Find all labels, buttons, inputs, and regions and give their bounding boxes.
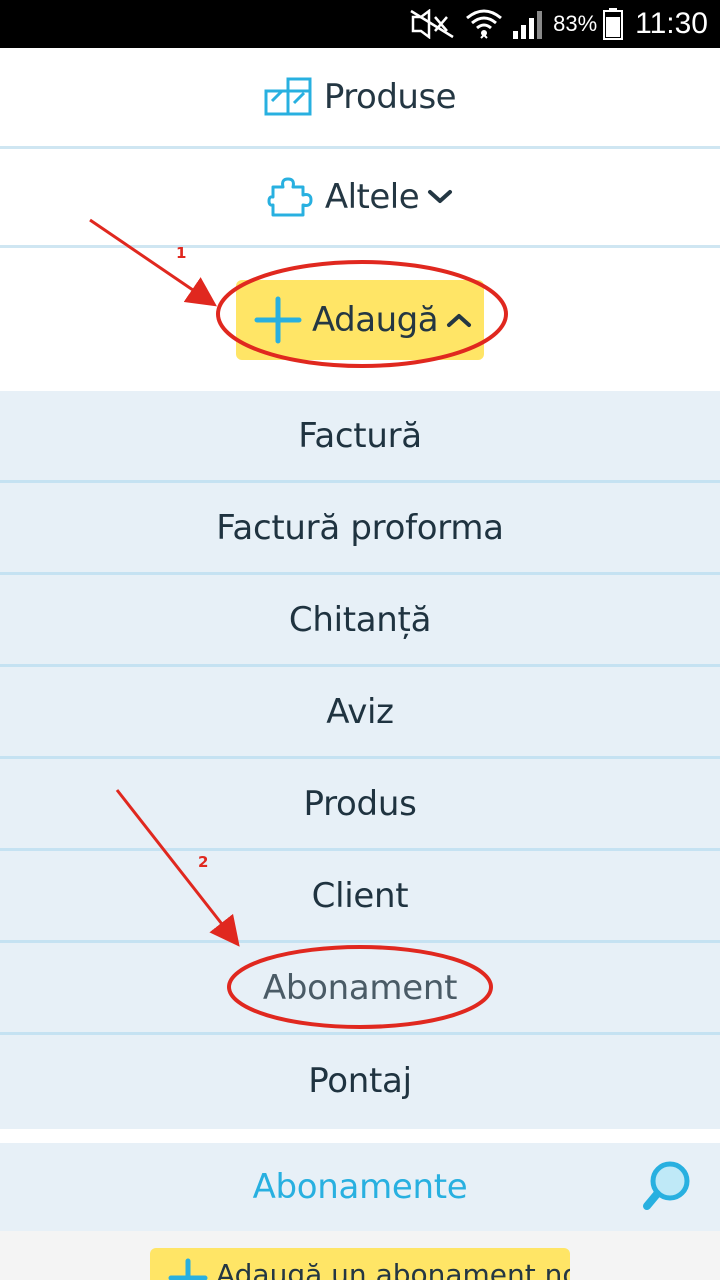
dropdown-item-label: Factură proforma (216, 507, 504, 548)
dropdown-item-label: Produs (303, 783, 417, 824)
menu-item-altele-label: Altele (324, 177, 420, 217)
status-bar: 83% 11:30 (0, 0, 720, 48)
dropdown-item-label: Pontaj (308, 1061, 412, 1101)
add-dropdown-menu: Factură Factură proforma Chitanță Aviz P… (0, 391, 720, 1129)
boxes-icon (264, 77, 314, 117)
plus-icon (254, 296, 302, 344)
mute-icon (409, 9, 457, 39)
dropdown-item-client[interactable]: Client (0, 851, 720, 943)
dropdown-item-chitanta[interactable]: Chitanță (0, 575, 720, 667)
dropdown-item-pontaj[interactable]: Pontaj (0, 1035, 720, 1127)
dropdown-item-label: Factură (298, 415, 422, 456)
search-icon[interactable] (642, 1159, 694, 1219)
section-title: Abonamente (252, 1167, 468, 1207)
plus-icon (168, 1258, 208, 1280)
menu-item-produse[interactable]: Produse (0, 48, 720, 146)
wifi-icon (465, 8, 503, 40)
dropdown-item-label: Client (311, 875, 409, 916)
chevron-up-icon (446, 311, 472, 329)
battery-icon (603, 8, 624, 40)
add-new-subscription-button[interactable]: Adaugă un abonament nou (150, 1248, 570, 1280)
section-header: Abonamente (0, 1143, 720, 1231)
annotation-number-1: 1 (176, 244, 187, 262)
dropdown-item-label: Abonament (262, 967, 458, 1008)
add-new-subscription-label: Adaugă un abonament nou (216, 1258, 570, 1280)
signal-icon (511, 9, 545, 39)
dropdown-item-factura-proforma[interactable]: Factură proforma (0, 483, 720, 575)
dropdown-item-label: Aviz (326, 691, 394, 732)
dropdown-item-factura[interactable]: Factură (0, 391, 720, 483)
battery-percent: 83% (553, 11, 598, 36)
add-section: Adaugă (0, 248, 720, 391)
add-dropdown-button[interactable]: Adaugă (236, 280, 484, 360)
dropdown-item-label: Chitanță (288, 599, 432, 640)
clock: 11:30 (635, 7, 708, 40)
dropdown-item-aviz[interactable]: Aviz (0, 667, 720, 759)
annotation-number-2: 2 (198, 853, 209, 871)
menu-item-altele[interactable]: Altele (0, 149, 720, 245)
puzzle-icon (267, 175, 315, 219)
add-dropdown-label: Adaugă (312, 300, 439, 340)
menu-item-produse-label: Produse (323, 77, 457, 117)
content-area: Adaugă un abonament nou (0, 1231, 720, 1280)
chevron-down-icon (427, 188, 453, 206)
dropdown-item-produs[interactable]: Produs (0, 759, 720, 851)
dropdown-item-abonament[interactable]: Abonament (0, 943, 720, 1035)
